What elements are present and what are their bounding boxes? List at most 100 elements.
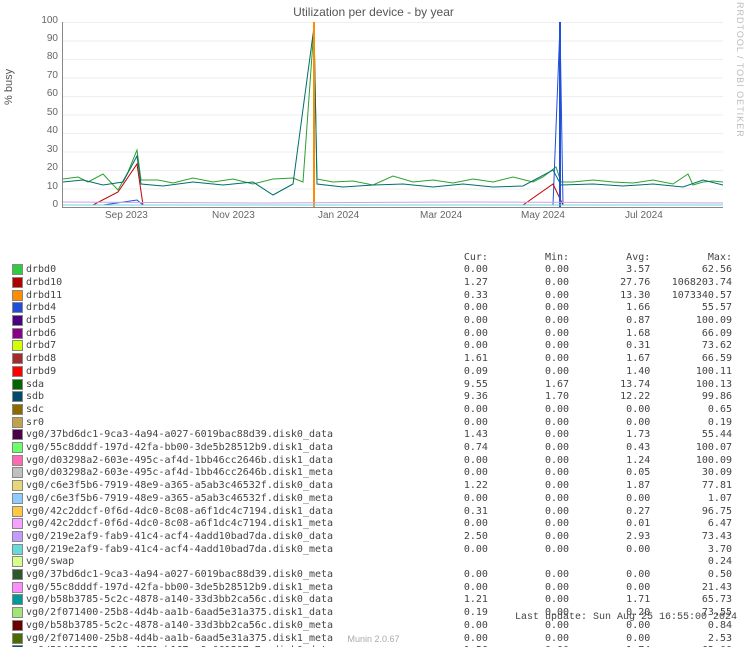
series-name: vg0/219e2af9-fab9-41c4-acf4-4add10bad7da…	[26, 544, 409, 557]
val-max: 1068203.74	[652, 277, 734, 290]
val-cur	[409, 556, 490, 569]
val-avg: 0.43	[571, 442, 652, 455]
xtick: May 2024	[521, 210, 565, 221]
legend-swatch	[12, 582, 23, 593]
val-min: 0.00	[490, 366, 571, 379]
legend-table: Cur:Min:Avg:Max:drbd00.000.003.5762.56dr…	[12, 230, 734, 647]
val-min: 0.00	[490, 594, 571, 607]
val-cur: 0.33	[409, 290, 490, 303]
val-avg: 1.40	[571, 366, 652, 379]
val-max: 0.19	[652, 417, 734, 430]
val-cur: 0.19	[409, 607, 490, 620]
ytick: 90	[40, 33, 58, 44]
series-sda	[63, 27, 723, 190]
val-max: 100.13	[652, 379, 734, 392]
val-max: 65.73	[652, 594, 734, 607]
legend-row: vg0/55c8dddf-197d-42fa-bb00-3de5b28512b9…	[12, 442, 734, 455]
val-avg: 0.01	[571, 518, 652, 531]
legend-swatch	[12, 379, 23, 390]
legend-row: drbd60.000.001.6866.09	[12, 328, 734, 341]
legend-swatch	[12, 290, 23, 301]
series-name: vg0/c6e3f5b6-7919-48e9-a365-a5ab3c46532f…	[26, 493, 409, 506]
legend-swatch	[12, 467, 23, 478]
val-cur: 0.00	[409, 264, 490, 277]
val-max: 100.11	[652, 366, 734, 379]
legend-row: drbd40.000.001.6655.57	[12, 302, 734, 315]
legend-row: vg0/219e2af9-fab9-41c4-acf4-4add10bad7da…	[12, 544, 734, 557]
ytick: 40	[40, 125, 58, 136]
legend-swatch	[12, 556, 23, 567]
legend-row: vg0/37bd6dc1-9ca3-4a94-a027-6019bac88d39…	[12, 569, 734, 582]
legend-swatch	[12, 417, 23, 428]
val-avg: 1.71	[571, 594, 652, 607]
series-name: vg0/42c2ddcf-0f6d-4dc0-8c08-a6f1dc4c7194…	[26, 518, 409, 531]
val-avg: 0.31	[571, 340, 652, 353]
chart-title: Utilization per device - by year	[0, 5, 747, 19]
val-avg: 12.22	[571, 391, 652, 404]
val-avg: 1.66	[571, 302, 652, 315]
series-name: vg0/2f071400-25b8-4d4b-aa1b-6aad5e31a375…	[26, 607, 409, 620]
val-avg: 0.00	[571, 417, 652, 430]
val-cur: 0.74	[409, 442, 490, 455]
val-max: 1073340.57	[652, 290, 734, 303]
ytick: 20	[40, 162, 58, 173]
footer-credit: Munin 2.0.67	[0, 634, 747, 644]
legend-swatch	[12, 594, 23, 605]
legend-row: sdb9.361.7012.2299.86	[12, 391, 734, 404]
series-name: sr0	[26, 417, 409, 430]
ytick: 70	[40, 70, 58, 81]
val-min	[490, 556, 571, 569]
legend-row: sdc0.000.000.000.65	[12, 404, 734, 417]
col-max: Max:	[652, 252, 734, 264]
legend-row: vg0/42c2ddcf-0f6d-4dc0-8c08-a6f1dc4c7194…	[12, 518, 734, 531]
val-avg: 1.87	[571, 480, 652, 493]
val-max: 30.09	[652, 467, 734, 480]
val-min: 0.00	[490, 277, 571, 290]
val-min: 0.00	[490, 442, 571, 455]
legend-swatch	[12, 442, 23, 453]
xtick: Sep 2023	[105, 210, 148, 221]
val-max: 3.70	[652, 544, 734, 557]
legend-row: sda9.551.6713.74100.13	[12, 379, 734, 392]
val-cur: 0.09	[409, 366, 490, 379]
ytick: 10	[40, 181, 58, 192]
val-max: 66.09	[652, 328, 734, 341]
val-cur: 0.00	[409, 302, 490, 315]
val-avg: 1.73	[571, 429, 652, 442]
val-cur: 9.36	[409, 391, 490, 404]
val-cur: 0.00	[409, 467, 490, 480]
series-name: drbd8	[26, 353, 409, 366]
val-avg: 3.57	[571, 264, 652, 277]
series-name: sdc	[26, 404, 409, 417]
legend-swatch	[12, 480, 23, 491]
xtick: Nov 2023	[212, 210, 255, 221]
val-max: 66.59	[652, 353, 734, 366]
ytick: 30	[40, 144, 58, 155]
val-min: 0.00	[490, 506, 571, 519]
col-cur: Cur:	[409, 252, 490, 264]
val-avg: 2.93	[571, 531, 652, 544]
val-avg: 0.00	[571, 404, 652, 417]
val-max: 55.44	[652, 429, 734, 442]
legend-row: drbd81.610.001.6766.59	[12, 353, 734, 366]
ytick: 80	[40, 51, 58, 62]
val-cur: 1.22	[409, 480, 490, 493]
legend-swatch	[12, 353, 23, 364]
val-avg: 13.30	[571, 290, 652, 303]
legend-swatch	[12, 391, 23, 402]
legend-row: vg0/c6e3f5b6-7919-48e9-a365-a5ab3c46532f…	[12, 480, 734, 493]
legend-swatch	[12, 531, 23, 542]
xtick: Jan 2024	[318, 210, 359, 221]
val-min: 0.00	[490, 531, 571, 544]
series-name: drbd6	[26, 328, 409, 341]
series-name: drbd4	[26, 302, 409, 315]
legend-swatch	[12, 569, 23, 580]
val-cur: 0.00	[409, 544, 490, 557]
val-max: 62.56	[652, 264, 734, 277]
val-max: 77.81	[652, 480, 734, 493]
xtick: Mar 2024	[420, 210, 462, 221]
val-max: 0.65	[652, 404, 734, 417]
legend-row: vg0/42c2ddcf-0f6d-4dc0-8c08-a6f1dc4c7194…	[12, 506, 734, 519]
val-avg: 0.00	[571, 544, 652, 557]
val-cur: 0.00	[409, 455, 490, 468]
